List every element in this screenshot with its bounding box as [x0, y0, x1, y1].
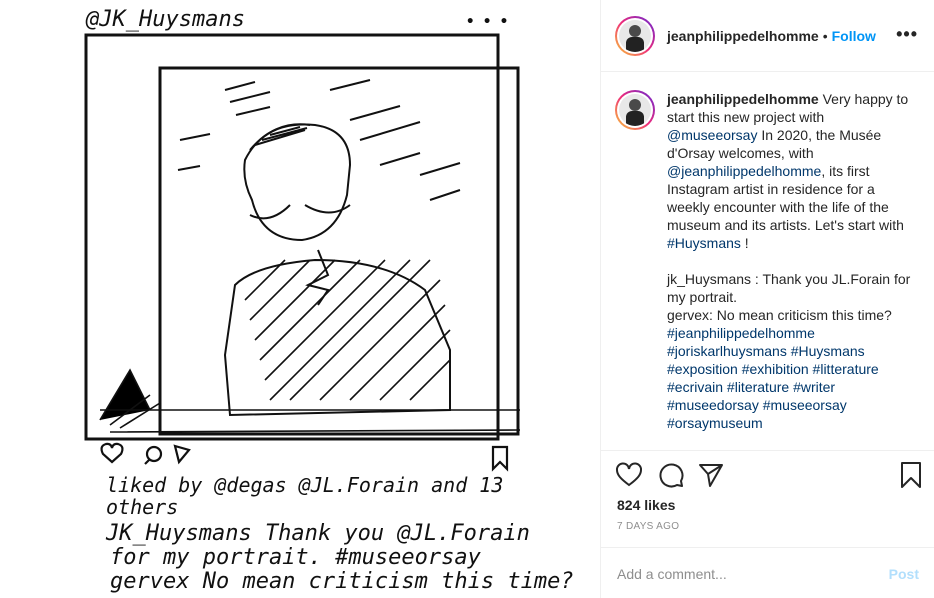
hashtag-link[interactable]: #writer — [793, 379, 835, 395]
sketch-caption-2: for my portrait. #museeorsay — [110, 545, 482, 570]
hashtag-list: #jeanphilippedelhomme #joriskarlhuysmans… — [667, 324, 915, 432]
comment-form: Post — [601, 547, 934, 598]
post-image[interactable]: @JK_Huysmans • • • liked by @degas @JL.F… — [0, 0, 600, 598]
sketch-caption-1: JK_Huysmans Thank you @JL.Forain — [105, 521, 530, 546]
sketch-painting-frame — [158, 66, 520, 436]
hashtag-link[interactable]: #jeanphilippedelhomme — [667, 325, 815, 341]
sketch-icons — [100, 442, 509, 472]
post-side-panel: jeanphilippedelhomme • Follow ••• jeanph… — [600, 0, 934, 598]
hashtag-link[interactable]: #exhibition — [742, 361, 809, 377]
sketch-strokes — [177, 79, 461, 417]
post-header: jeanphilippedelhomme • Follow ••• — [601, 0, 934, 72]
hashtag-link[interactable]: #literature — [727, 379, 789, 395]
sketch-drawing: @JK_Huysmans • • • liked by @degas @JL.F… — [84, 7, 574, 594]
likes-count[interactable]: 824 likes — [617, 497, 675, 513]
follow-button[interactable]: Follow — [832, 28, 876, 44]
more-options-icon[interactable]: ••• — [896, 24, 918, 45]
mention-link[interactable]: @jeanphilippedelhomme — [667, 163, 821, 179]
sketch-shading — [99, 259, 521, 433]
caption-avatar[interactable] — [615, 90, 655, 130]
hashtag-link[interactable]: #Huysmans — [791, 343, 865, 359]
post-timestamp[interactable]: 7 DAYS AGO — [617, 521, 679, 532]
avatar[interactable] — [615, 15, 655, 56]
mention-link[interactable]: @museeorsay — [667, 127, 757, 143]
avatar-image — [619, 19, 651, 52]
post-comment-button[interactable]: Post — [889, 566, 919, 582]
sketch-handle: @JK_Huysmans — [85, 7, 245, 32]
actions-section: 824 likes 7 DAYS AGO Post — [601, 450, 934, 598]
caption-line: gervex: No mean criticism this time? — [667, 307, 892, 323]
sketch-caption-3: gervex No mean criticism this time? — [110, 569, 574, 594]
header-username[interactable]: jeanphilippedelhomme — [667, 28, 819, 44]
comment-input[interactable] — [617, 565, 889, 582]
sketch-more-dots: • • • — [466, 14, 508, 30]
hashtag-link[interactable]: #litterature — [813, 361, 879, 377]
hashtag-link[interactable]: #museeorsay — [763, 397, 847, 413]
hashtag-link[interactable]: #museedorsay — [667, 397, 759, 413]
header-separator: • — [822, 27, 828, 44]
hashtag-link[interactable]: #Huysmans — [667, 235, 741, 251]
caption-line: jk_Huysmans : Thank you JL.Forain for my… — [667, 271, 911, 305]
caption-username[interactable]: jeanphilippedelhomme — [667, 91, 819, 107]
caption-text: jeanphilippedelhomme Very happy to start… — [667, 90, 915, 450]
action-icons-row — [615, 461, 921, 489]
hashtag-link[interactable]: #orsaymuseum — [667, 415, 763, 431]
share-icon[interactable] — [697, 461, 725, 489]
avatar-image — [619, 94, 651, 126]
sketch-liked-by-2: others — [106, 495, 178, 519]
bookmark-icon[interactable] — [897, 461, 925, 489]
heart-icon[interactable] — [615, 461, 643, 489]
hashtag-link[interactable]: #ecrivain — [667, 379, 723, 395]
hashtag-link[interactable]: #joriskarlhuysmans — [667, 343, 787, 359]
caption-text-part: ! — [740, 235, 749, 251]
hashtag-link[interactable]: #exposition — [667, 361, 738, 377]
caption-block: jeanphilippedelhomme Very happy to start… — [601, 72, 934, 450]
comment-icon[interactable] — [657, 461, 685, 489]
sketch-liked-by: liked by @degas @JL.Forain and 13 — [106, 473, 503, 497]
